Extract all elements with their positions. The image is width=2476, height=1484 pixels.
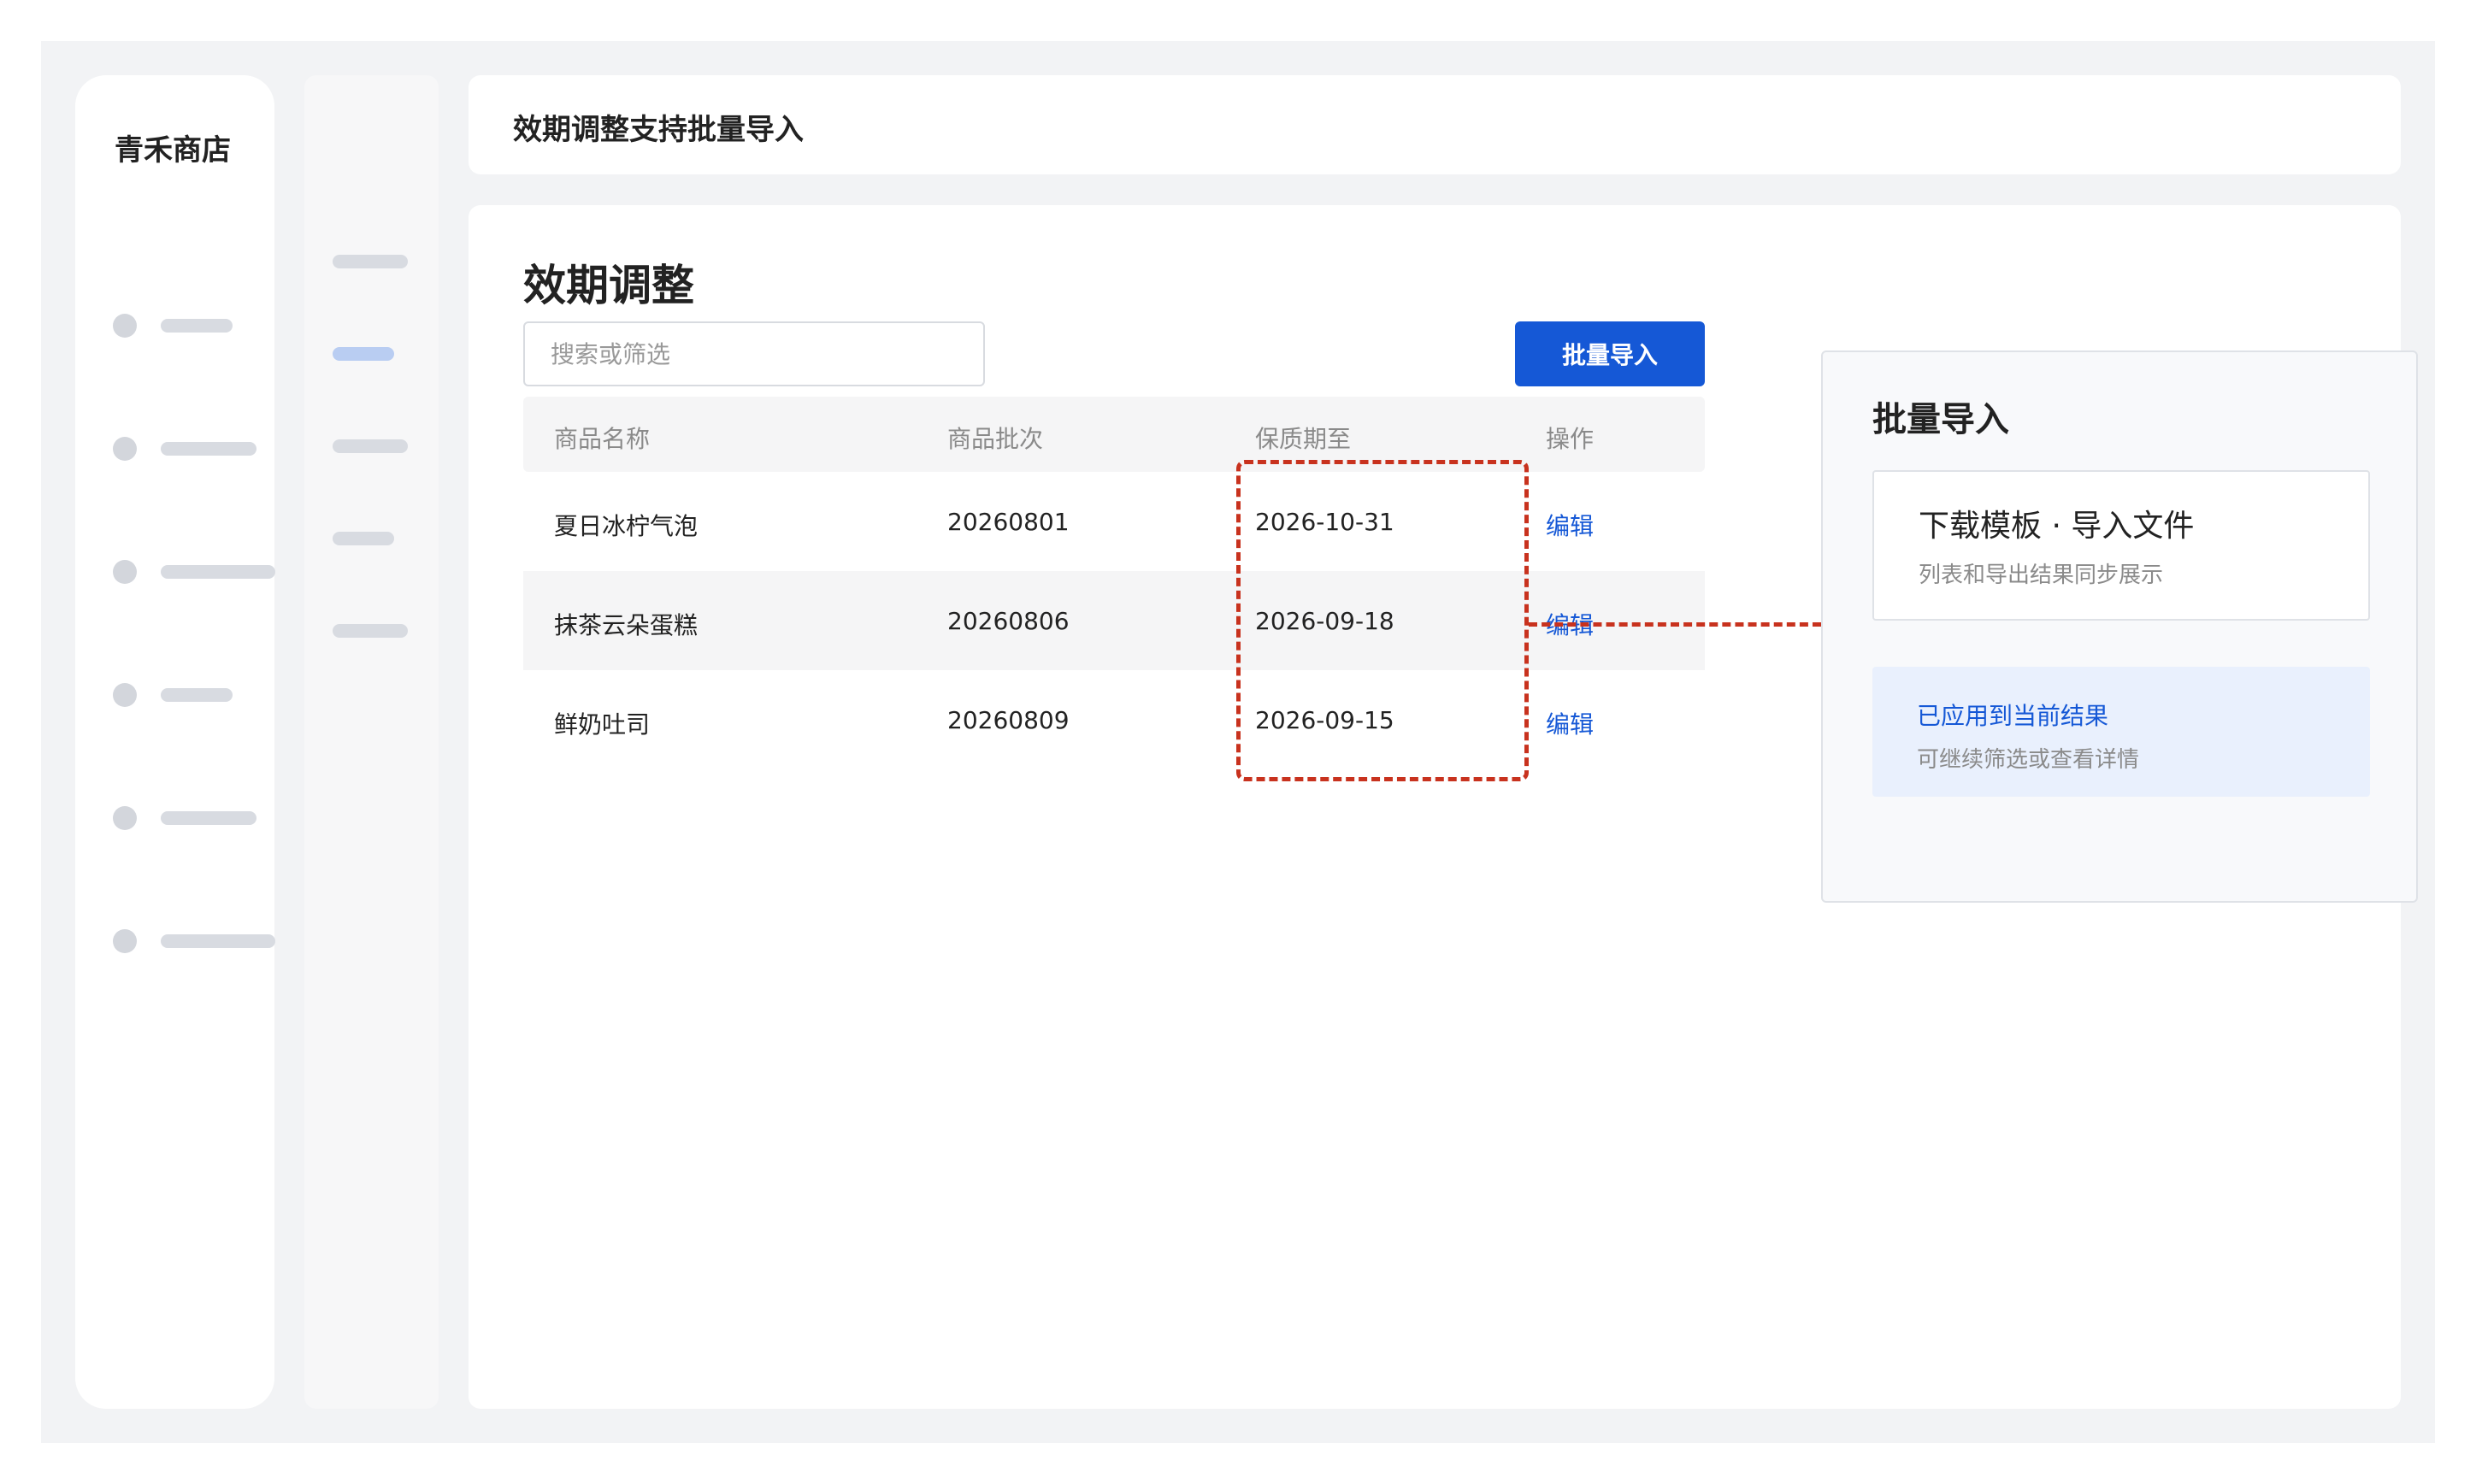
import-file-card[interactable]: 下载模板 · 导入文件 列表和导出结果同步展示 [1872, 470, 2370, 621]
cell-product-name: 抹茶云朵蛋糕 [554, 611, 699, 639]
subnav-item-active[interactable] [333, 347, 394, 361]
sidebar-item-4[interactable] [113, 682, 275, 708]
sidebar-item-1[interactable] [113, 313, 275, 339]
nav-label-placeholder [161, 688, 233, 702]
nav-dot-icon [113, 437, 137, 461]
nav-label-placeholder [160, 934, 275, 948]
sidebar-item-6[interactable] [113, 928, 275, 954]
top-header: 效期调整支持批量导入 [469, 75, 2401, 174]
status-title: 已应用到当前结果 [1917, 702, 2109, 730]
sidebar-item-2[interactable] [113, 436, 275, 462]
import-card-title: 下载模板 · 导入文件 [1919, 509, 2195, 544]
nav-label-placeholder [161, 319, 233, 333]
sidebar-item-3[interactable] [113, 559, 275, 585]
column-header-expiry: 保质期至 [1255, 425, 1352, 453]
secondary-nav [304, 75, 439, 1409]
batch-import-panel: 批量导入 下载模板 · 导入文件 列表和导出结果同步展示 已应用到当前结果 可继… [1821, 350, 2418, 903]
edit-link[interactable]: 编辑 [1546, 508, 1594, 542]
edit-link[interactable]: 编辑 [1546, 706, 1594, 740]
expiry-highlight-box [1236, 460, 1529, 781]
batch-import-button[interactable]: 批量导入 [1515, 321, 1705, 386]
table-header: 商品名称 商品批次 保质期至 操作 [523, 397, 1705, 472]
highlight-connector-line [1529, 622, 1821, 627]
nav-label-placeholder [161, 442, 256, 456]
status-subtitle: 可继续筛选或查看详情 [1917, 747, 2140, 773]
cell-batch: 20260801 [947, 508, 1070, 536]
header-title: 效期调整支持批量导入 [513, 113, 804, 147]
applied-status-box: 已应用到当前结果 可继续筛选或查看详情 [1872, 667, 2370, 797]
column-header-batch: 商品批次 [947, 425, 1044, 453]
cell-batch: 20260806 [947, 607, 1070, 635]
cell-product-name: 鲜奶吐司 [554, 710, 651, 739]
sidebar: 青禾商店 [75, 75, 275, 1409]
nav-dot-icon [113, 560, 137, 584]
nav-dot-icon [113, 683, 137, 707]
nav-label-placeholder [160, 565, 275, 579]
brand-name: 青禾商店 [115, 133, 231, 168]
subnav-item-3[interactable] [333, 439, 408, 453]
nav-dot-icon [113, 314, 137, 338]
subnav-item-1[interactable] [333, 255, 408, 268]
cell-product-name: 夏日冰柠气泡 [554, 512, 699, 540]
nav-dot-icon [113, 929, 137, 953]
column-header-name: 商品名称 [554, 425, 651, 453]
page-title: 效期调整 [523, 261, 694, 310]
nav-label-placeholder [161, 811, 256, 825]
column-header-action: 操作 [1546, 425, 1595, 453]
subnav-item-5[interactable] [333, 624, 408, 638]
subnav-item-4[interactable] [333, 532, 394, 545]
cell-batch: 20260809 [947, 706, 1070, 734]
panel-title: 批量导入 [1872, 400, 2009, 439]
sidebar-item-5[interactable] [113, 805, 275, 831]
import-card-subtitle: 列表和导出结果同步展示 [1919, 562, 2164, 588]
search-input[interactable] [523, 321, 985, 386]
nav-dot-icon [113, 806, 137, 830]
